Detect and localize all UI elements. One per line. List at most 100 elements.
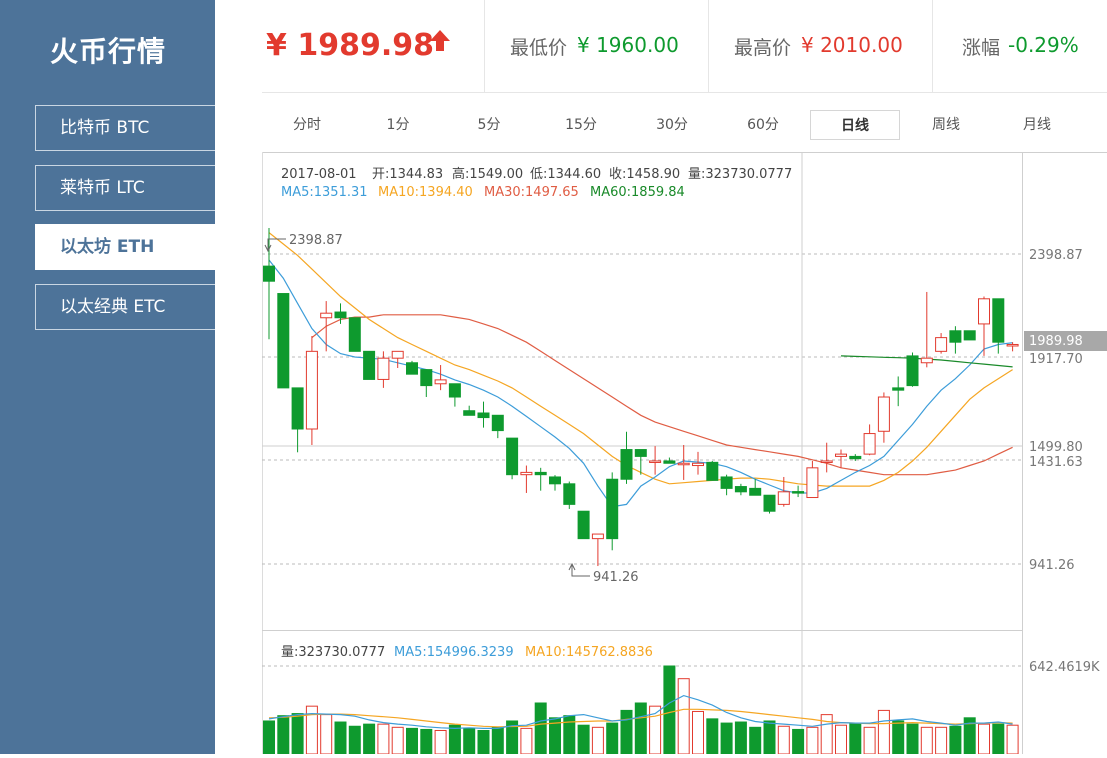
cursor-price-label: 1499.80: [1029, 440, 1083, 455]
tab-weekly[interactable]: 周线: [901, 110, 991, 140]
ytick-941: 941.26: [1029, 558, 1075, 573]
sidebar-item-ltc[interactable]: 莱特币 LTC: [35, 165, 215, 211]
sidebar-item-etc[interactable]: 以太经典 ETC: [35, 284, 215, 330]
candle: [549, 475, 561, 491]
info-low: 低:1344.60: [530, 167, 601, 182]
tab-60min[interactable]: 60分: [718, 110, 808, 140]
candle-body: [420, 369, 433, 387]
candle-body: [692, 462, 704, 467]
candle: [320, 301, 333, 352]
volume-bar: [391, 726, 404, 755]
candle-body: [506, 437, 519, 476]
low-price-label: 最低价: [510, 37, 568, 59]
volume-bar: [1006, 724, 1019, 755]
volume-bar: [377, 723, 390, 755]
stats-bar: ¥ 1989.98 最低价 ¥ 1960.00 最高价 ¥ 2010.00 涨幅…: [262, 0, 1107, 93]
volume-bar: [978, 723, 990, 755]
candle: [706, 460, 719, 481]
candle-body: [992, 298, 1005, 343]
tab-15min[interactable]: 15分: [536, 110, 626, 140]
candle-body: [835, 453, 847, 457]
tab-1min[interactable]: 1分: [353, 110, 443, 140]
tab-30min[interactable]: 30分: [627, 110, 717, 140]
volume-max-tick: 642.4619K: [1029, 660, 1100, 675]
candle-body: [978, 298, 990, 325]
volume-bar: [291, 713, 304, 755]
info-date: 2017-08-01: [281, 167, 357, 182]
candle-body: [291, 387, 304, 430]
candle: [348, 317, 361, 352]
volume-bar: [277, 715, 290, 755]
change-block: 涨幅 -0.29%: [933, 0, 1107, 92]
candle: [763, 494, 776, 514]
candle-body: [634, 449, 647, 457]
info-open: 开:1344.83: [372, 167, 443, 182]
candle-body: [1006, 343, 1019, 347]
candle: [949, 326, 962, 354]
candle: [377, 351, 390, 388]
info-volume: 量:323730.0777: [688, 167, 792, 182]
tab-5min[interactable]: 5分: [444, 110, 534, 140]
candle: [892, 376, 905, 407]
sidebar-item-eth[interactable]: 以太坊 ETH: [35, 224, 215, 270]
volume-bar: [777, 725, 790, 755]
candle-body: [863, 433, 876, 455]
app-title: 火币行情: [50, 35, 167, 68]
candle: [720, 474, 733, 496]
volume-bar: [577, 724, 590, 755]
tab-timeshare[interactable]: 分时: [262, 110, 352, 140]
tab-monthly[interactable]: 月线: [992, 110, 1082, 140]
volume-bar: [920, 726, 933, 755]
candle-body: [949, 330, 962, 343]
volume-bar: [849, 722, 862, 755]
volume-bar: [520, 727, 533, 755]
candle: [291, 387, 304, 453]
volume-bar: [348, 725, 361, 755]
candle-body: [334, 311, 347, 319]
candle: [620, 431, 633, 484]
period-tabs: 分时 1分 5分 15分 30分 60分 日线 周线 月线: [262, 110, 1107, 142]
candle: [534, 467, 547, 491]
volume-bar: [863, 726, 876, 755]
candle: [305, 336, 318, 445]
volume-bar: [634, 702, 647, 755]
candle-body: [920, 357, 933, 364]
candle: [277, 293, 290, 389]
volume-bar: [763, 720, 776, 755]
sidebar-item-btc[interactable]: 比特币 BTC: [35, 105, 215, 151]
candle-body: [477, 412, 490, 419]
candle: [920, 291, 933, 368]
candle-body: [849, 455, 862, 460]
volume-bar: [949, 725, 962, 755]
volume-bar: [892, 720, 905, 755]
candle-body: [677, 462, 690, 466]
kline-chart-area[interactable]: 2017-08-01 开:1344.83 高:1549.00 低:1344.60…: [262, 152, 1107, 755]
candle-body: [391, 350, 404, 359]
tab-daily[interactable]: 日线: [810, 110, 900, 140]
ytick-1917: 1917.70: [1029, 352, 1083, 367]
candle-body: [777, 491, 790, 505]
candle-body: [720, 476, 733, 489]
candle-body: [906, 355, 919, 387]
volume-info-ma10: MA10:145762.8836: [525, 645, 653, 660]
kline-chart[interactable]: 2017-08-01 开:1344.83 高:1549.00 低:1344.60…: [262, 152, 1107, 755]
candle: [591, 533, 604, 567]
candle-body: [935, 337, 948, 352]
ytick-2398: 2398.87: [1029, 248, 1083, 263]
min-price-label: 941.26: [593, 570, 639, 585]
ma5-label: MA5:1351.31: [281, 185, 368, 200]
candle: [749, 479, 762, 496]
candle: [563, 481, 576, 509]
volume-bar: [734, 721, 747, 755]
candle-body: [448, 383, 461, 398]
candle: [606, 472, 619, 551]
candle: [806, 460, 819, 499]
candle: [491, 414, 504, 439]
ma10-label: MA10:1394.40: [378, 185, 473, 200]
current-price: ¥ 1989.98: [266, 28, 434, 63]
candle-body: [520, 471, 533, 476]
candle: [477, 401, 490, 428]
current-price-block: ¥ 1989.98: [262, 0, 485, 92]
candle: [263, 227, 275, 340]
candle-body: [463, 410, 476, 416]
